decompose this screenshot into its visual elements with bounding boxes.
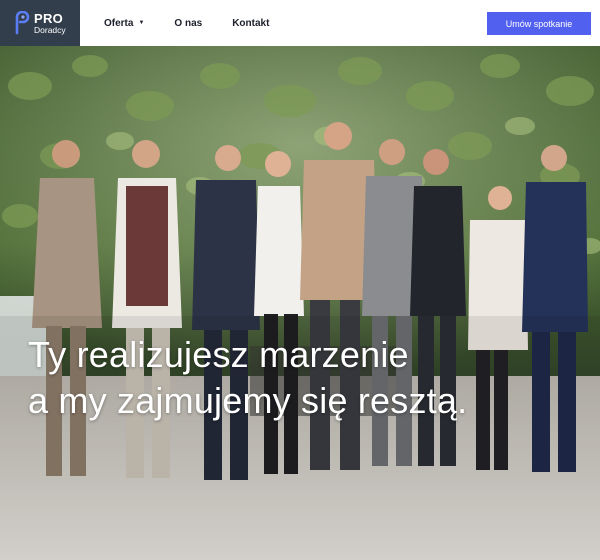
logo-name-bottom: Doradcy — [34, 24, 66, 35]
hero-section: Ty realizujesz marzenie a my zajmujemy s… — [0, 46, 600, 560]
nav-item-label: Oferta — [104, 17, 134, 29]
hero-headline: Ty realizujesz marzenie a my zajmujemy s… — [28, 332, 508, 424]
hero-headline-line-2: a my zajmujemy się resztą. — [28, 380, 468, 421]
nav-item-oferta[interactable]: Oferta ▼ — [104, 18, 144, 29]
book-meeting-button[interactable]: Umów spotkanie — [487, 12, 591, 35]
hero-headline-line-1: Ty realizujesz marzenie — [28, 334, 409, 375]
team-photo — [0, 46, 600, 560]
logo-text: PRO Doradcy — [34, 12, 66, 35]
nav-item-label: O nas — [174, 17, 203, 29]
nav-item-o-nas[interactable]: O nas — [174, 18, 202, 29]
logo[interactable]: PRO Doradcy — [0, 0, 80, 46]
nav-item-kontakt[interactable]: Kontakt — [232, 18, 269, 29]
site-header: PRO Doradcy Oferta ▼ O nas Kontakt Umów … — [0, 0, 600, 46]
logo-p-icon — [15, 11, 30, 35]
logo-name-top: PRO — [34, 10, 64, 26]
nav-item-label: Kontakt — [232, 17, 270, 29]
main-nav: Oferta ▼ O nas Kontakt — [104, 0, 299, 46]
caret-down-icon: ▼ — [138, 20, 145, 26]
